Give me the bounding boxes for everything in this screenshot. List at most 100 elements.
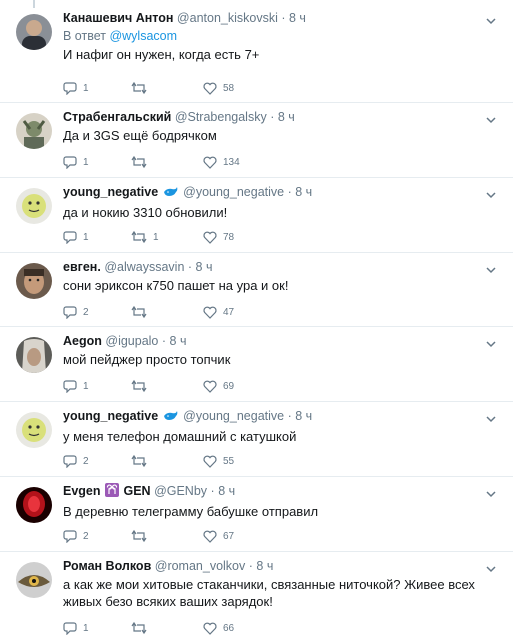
reply-button[interactable]: 1 <box>63 378 89 394</box>
author-handle[interactable]: @young_negative <box>183 185 284 199</box>
retweet-button[interactable] <box>131 154 153 170</box>
retweet-button[interactable] <box>131 80 153 96</box>
reply-count: 2 <box>83 455 89 467</box>
retweet-button[interactable] <box>131 528 153 544</box>
tweet-timestamp[interactable]: 8 ч <box>295 409 312 423</box>
tweet-timestamp[interactable]: 8 ч <box>170 334 187 348</box>
author-name-part1[interactable]: Evgen <box>63 484 101 498</box>
retweet-icon <box>131 621 147 635</box>
tweet-timestamp[interactable]: 8 ч <box>196 260 213 274</box>
tweet-timestamp[interactable]: 8 ч <box>256 559 273 573</box>
tweet-actions: 1 69 <box>63 378 263 394</box>
author-name[interactable]: Aegon <box>63 334 102 348</box>
separator-dot: · <box>270 110 275 124</box>
like-button[interactable]: 78 <box>203 229 234 245</box>
tweet-text: да и нокию 3310 обновили! <box>63 205 228 220</box>
reply-icon <box>63 529 77 543</box>
retweet-button[interactable]: 1 <box>131 229 159 245</box>
separator-dot: · <box>210 484 215 498</box>
avatar[interactable] <box>16 113 52 149</box>
heart-icon <box>203 455 217 468</box>
like-button[interactable]: 47 <box>203 304 234 320</box>
author-name[interactable]: евген. <box>63 260 101 274</box>
like-count: 47 <box>223 306 235 318</box>
tweet-actions: 2 67 <box>63 528 263 544</box>
whale-icon <box>163 186 179 202</box>
avatar[interactable] <box>16 188 52 224</box>
chevron-down-icon[interactable] <box>485 14 497 26</box>
reply-count: 2 <box>83 306 89 318</box>
tweet[interactable]: Роман Волков @roman_volkov · 8 ч а как ж… <box>0 552 513 640</box>
tweet-timestamp[interactable]: 8 ч <box>278 110 295 124</box>
retweet-button[interactable] <box>131 453 153 469</box>
tweet-timestamp[interactable]: 8 ч <box>295 185 312 199</box>
retweet-button[interactable] <box>131 620 153 636</box>
heart-icon <box>203 231 217 244</box>
reply-count: 2 <box>83 530 89 542</box>
chevron-down-icon[interactable] <box>485 562 497 574</box>
author-name-part2[interactable]: GEN <box>123 484 150 498</box>
reply-to-link[interactable]: @wylsacom <box>109 29 177 43</box>
avatar[interactable] <box>16 337 52 373</box>
reply-count: 1 <box>83 82 89 94</box>
tweet[interactable]: Aegon @igupalo · 8 ч мой пейджер просто … <box>0 327 513 402</box>
like-button[interactable]: 69 <box>203 378 234 394</box>
author-handle[interactable]: @igupalo <box>105 334 158 348</box>
reply-button[interactable]: 2 <box>63 453 89 469</box>
tweet-timestamp[interactable]: 8 ч <box>218 484 235 498</box>
chevron-down-icon[interactable] <box>485 337 497 349</box>
tweet[interactable]: Страбенгальский @Strabengalsky · 8 ч Да … <box>0 103 513 178</box>
tweet-text: а как же мои хитовые стаканчики, связанн… <box>63 577 475 609</box>
tweet[interactable]: евген. @alwayssavin · 8 ч сони эриксон к… <box>0 253 513 327</box>
avatar[interactable] <box>16 412 52 448</box>
avatar[interactable] <box>16 487 52 523</box>
reply-count: 1 <box>83 622 89 634</box>
author-handle[interactable]: @young_negative <box>183 409 284 423</box>
author-name[interactable]: young_negative <box>63 185 158 199</box>
reply-button[interactable]: 1 <box>63 80 89 96</box>
tweet[interactable]: Evgen GEN @GENby · 8 ч В деревню телегра… <box>0 477 513 552</box>
chevron-down-icon[interactable] <box>485 412 497 424</box>
tweet-actions: 2 47 <box>63 304 263 320</box>
reply-button[interactable]: 1 <box>63 620 89 636</box>
reply-button[interactable]: 2 <box>63 528 89 544</box>
retweet-icon <box>131 529 147 543</box>
tweet[interactable]: young_negative @young_negative · 8 ч у м… <box>0 402 513 477</box>
retweet-icon <box>131 379 147 393</box>
whale-icon <box>163 410 179 426</box>
tweet[interactable]: Канашевич Антон @anton_kiskovski · 8 ч В… <box>0 0 513 103</box>
like-button[interactable]: 55 <box>203 453 234 469</box>
reply-icon <box>63 621 77 635</box>
chevron-down-icon[interactable] <box>485 113 497 125</box>
retweet-button[interactable] <box>131 304 153 320</box>
author-name[interactable]: Канашевич Антон <box>63 11 173 25</box>
like-button[interactable]: 58 <box>203 80 234 96</box>
author-name[interactable]: young_negative <box>63 409 158 423</box>
author-name[interactable]: Страбенгальский <box>63 110 171 124</box>
like-button[interactable]: 134 <box>203 154 240 170</box>
avatar[interactable] <box>16 562 52 598</box>
retweet-button[interactable] <box>131 378 153 394</box>
chevron-down-icon[interactable] <box>485 263 497 275</box>
chevron-down-icon[interactable] <box>485 487 497 499</box>
author-name[interactable]: Роман Волков <box>63 559 151 573</box>
reply-button[interactable]: 1 <box>63 154 89 170</box>
reply-button[interactable]: 2 <box>63 304 89 320</box>
author-handle[interactable]: @roman_volkov <box>155 559 246 573</box>
author-handle[interactable]: @Strabengalsky <box>175 110 267 124</box>
reply-button[interactable]: 1 <box>63 229 89 245</box>
reply-icon <box>63 81 77 95</box>
conversation-thread: Канашевич Антон @anton_kiskovski · 8 ч В… <box>0 0 513 640</box>
author-handle[interactable]: @GENby <box>154 484 207 498</box>
like-button[interactable]: 67 <box>203 528 234 544</box>
author-handle[interactable]: @anton_kiskovski <box>177 11 278 25</box>
avatar[interactable] <box>16 14 52 50</box>
author-handle[interactable]: @alwayssavin <box>104 260 184 274</box>
like-button[interactable]: 66 <box>203 620 234 636</box>
tweet-timestamp[interactable]: 8 ч <box>289 11 306 25</box>
like-count: 69 <box>223 380 235 392</box>
tweet-actions: 1 134 <box>63 154 263 170</box>
tweet[interactable]: young_negative @young_negative · 8 ч да … <box>0 178 513 253</box>
chevron-down-icon[interactable] <box>485 188 497 200</box>
avatar[interactable] <box>16 263 52 299</box>
